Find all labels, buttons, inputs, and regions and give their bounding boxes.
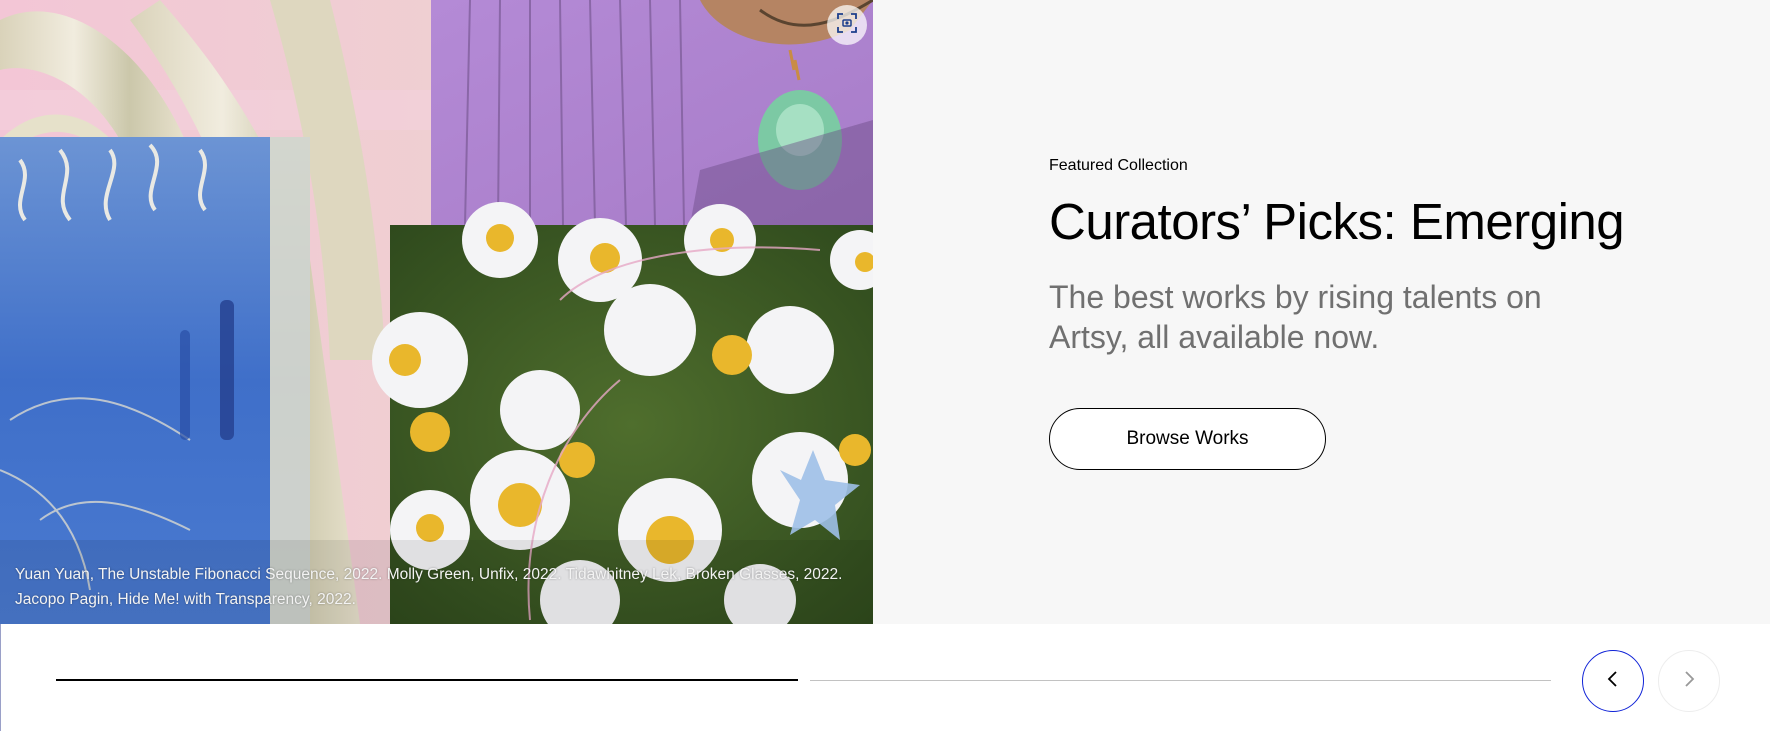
view-in-room-icon <box>836 12 858 39</box>
chevron-left-icon <box>1606 670 1620 693</box>
previous-slide-button[interactable] <box>1582 650 1644 712</box>
view-in-room-button[interactable] <box>827 5 867 45</box>
collection-subtitle: The best works by rising talents on Arts… <box>1049 279 1542 355</box>
page-edge-divider <box>0 624 1 731</box>
next-slide-button[interactable] <box>1658 650 1720 712</box>
artwork-collage-image <box>0 0 873 624</box>
chevron-right-icon <box>1682 670 1696 693</box>
carousel-progress-inactive[interactable] <box>810 680 1551 681</box>
collection-text-panel: Featured Collection Curators’ Picks: Eme… <box>1049 155 1689 470</box>
artwork-caption: Yuan Yuan, The Unstable Fibonacci Sequen… <box>15 566 843 608</box>
featured-collection-hero: Yuan Yuan, The Unstable Fibonacci Sequen… <box>0 0 1770 624</box>
browse-works-button[interactable]: Browse Works <box>1049 408 1326 470</box>
carousel-progress-active[interactable] <box>56 679 798 681</box>
collection-artwork-collage[interactable]: Yuan Yuan, The Unstable Fibonacci Sequen… <box>0 0 873 624</box>
collection-eyebrow: Featured Collection <box>1049 157 1188 174</box>
collection-title: Curators’ Picks: Emerging <box>1049 193 1625 250</box>
